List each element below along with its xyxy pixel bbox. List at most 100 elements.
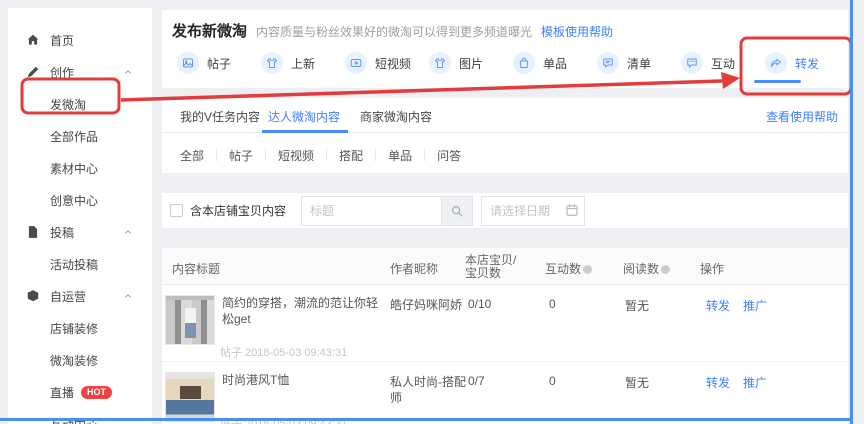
sidebar: 首页 创作 发微淘 全部作品 素材中心 创意中心 投稿 活动投稿 自运营 bbox=[8, 8, 152, 424]
document-icon bbox=[26, 225, 40, 239]
title-search-input[interactable] bbox=[301, 196, 441, 226]
search-button[interactable] bbox=[441, 196, 473, 226]
sidebar-item-label: 全部作品 bbox=[50, 128, 98, 145]
content-thumbnail bbox=[165, 295, 215, 345]
sidebar-item-shop-decoration[interactable]: 店铺装修 bbox=[8, 312, 152, 344]
col-header-interactions: 互动数 bbox=[545, 260, 592, 277]
filter-single-item[interactable]: 单品 bbox=[376, 147, 424, 164]
sidebar-item-submission[interactable]: 投稿 bbox=[8, 216, 152, 248]
content-title: 时尚港风T恤 bbox=[222, 372, 388, 388]
template-help-link[interactable]: 模板使用帮助 bbox=[541, 23, 613, 40]
sidebar-item-self-operation[interactable]: 自运营 bbox=[8, 280, 152, 312]
content-tab-interaction[interactable]: 互动 bbox=[681, 52, 735, 74]
checklist-icon bbox=[597, 52, 619, 74]
filter-post[interactable]: 帖子 bbox=[217, 147, 265, 164]
pen-icon bbox=[26, 65, 40, 79]
content-table-card: 内容标题 作者昵称 本店宝贝/宝贝数 互动数 阅读数 操作 简约的穿搭，潮流的范… bbox=[162, 248, 848, 424]
filter-bar: 全部 帖子 短视频 搭配 单品 问答 bbox=[180, 143, 473, 167]
chevron-up-icon bbox=[123, 227, 133, 237]
forward-action-link[interactable]: 转发 bbox=[706, 374, 730, 391]
filter-short-video[interactable]: 短视频 bbox=[266, 147, 326, 164]
page-title: 发布新微淘 bbox=[172, 20, 247, 41]
row-actions: 转发 推广 bbox=[706, 374, 767, 391]
subtab-merchant-weitao[interactable]: 商家微淘内容 bbox=[360, 108, 432, 125]
promote-action-link[interactable]: 推广 bbox=[743, 297, 767, 314]
new-arrival-icon bbox=[261, 52, 283, 74]
sidebar-item-label: 创作 bbox=[50, 64, 74, 81]
sidebar-item-label: 自运营 bbox=[50, 288, 86, 305]
content-tab-post[interactable]: 帖子 bbox=[177, 52, 231, 74]
interaction-count: 0 bbox=[549, 374, 556, 388]
filter-outfit[interactable]: 搭配 bbox=[327, 147, 375, 164]
content-tab-forward[interactable]: 转发 bbox=[765, 52, 819, 74]
promote-action-link[interactable]: 推广 bbox=[743, 374, 767, 391]
sidebar-item-live[interactable]: 直播 HOT bbox=[8, 376, 152, 408]
title-search-group bbox=[301, 196, 473, 226]
search-row: 含本店铺宝贝内容 bbox=[162, 193, 848, 228]
col-header-actions: 操作 bbox=[700, 260, 724, 277]
sidebar-item-label: 直播 bbox=[50, 384, 74, 401]
frame-border-right bbox=[850, 0, 853, 424]
shop-items-checkbox-label: 含本店铺宝贝内容 bbox=[190, 202, 286, 219]
sidebar-item-creative-center[interactable]: 创意中心 bbox=[8, 184, 152, 216]
content-tab-label: 互动 bbox=[711, 55, 735, 72]
chevron-up-icon bbox=[123, 291, 133, 301]
forward-icon bbox=[765, 52, 787, 74]
read-count: 暂无 bbox=[625, 374, 649, 391]
subtab-my-v-tasks[interactable]: 我的V任务内容 bbox=[180, 108, 260, 125]
info-icon[interactable] bbox=[583, 265, 592, 274]
content-tab-label: 转发 bbox=[795, 55, 819, 72]
sidebar-item-publish-weitao[interactable]: 发微淘 bbox=[8, 88, 152, 120]
weitao-publish-page: 首页 创作 发微淘 全部作品 素材中心 创意中心 投稿 活动投稿 自运营 bbox=[0, 0, 864, 424]
author-name: 皓仔妈咪阿娇 bbox=[390, 297, 466, 313]
home-icon bbox=[26, 33, 40, 47]
sidebar-item-label: 首页 bbox=[50, 32, 74, 49]
sidebar-item-material-center[interactable]: 素材中心 bbox=[8, 152, 152, 184]
search-icon bbox=[450, 204, 464, 218]
search-card: 含本店铺宝贝内容 bbox=[162, 193, 848, 228]
content-tab-checklist[interactable]: 清单 bbox=[597, 52, 651, 74]
shop-items-count: 0/7 bbox=[468, 374, 485, 388]
cube-icon bbox=[26, 289, 40, 303]
post-icon bbox=[177, 52, 199, 74]
single-item-icon bbox=[513, 52, 535, 74]
content-tab-picture[interactable]: 图片 bbox=[429, 52, 483, 74]
sidebar-item-activity-submission[interactable]: 活动投稿 bbox=[8, 248, 152, 280]
sidebar-item-label: 投稿 bbox=[50, 224, 74, 241]
sidebar-item-weitao-decoration[interactable]: 微淘装修 bbox=[8, 344, 152, 376]
active-subtab-underline bbox=[262, 130, 348, 133]
chevron-up-icon bbox=[123, 67, 133, 77]
usage-help-link[interactable]: 查看使用帮助 bbox=[766, 108, 838, 125]
author-name: 私人时尚-搭配师 bbox=[390, 374, 466, 406]
info-icon[interactable] bbox=[661, 265, 670, 274]
content-tab-new-arrival[interactable]: 上新 bbox=[261, 52, 315, 74]
forward-action-link[interactable]: 转发 bbox=[706, 297, 730, 314]
date-picker-group bbox=[481, 196, 585, 226]
subtab-daren-weitao[interactable]: 达人微淘内容 bbox=[268, 108, 340, 125]
filter-qa[interactable]: 问答 bbox=[425, 147, 473, 164]
sidebar-item-label: 微淘装修 bbox=[50, 352, 98, 369]
content-tab-label: 单品 bbox=[543, 55, 567, 72]
active-content-tab-underline bbox=[754, 80, 801, 83]
content-thumbnail bbox=[165, 372, 215, 422]
sidebar-item-all-works[interactable]: 全部作品 bbox=[8, 120, 152, 152]
col-header-author: 作者昵称 bbox=[390, 260, 438, 277]
sidebar-item-create[interactable]: 创作 bbox=[8, 56, 152, 88]
interaction-count: 0 bbox=[549, 297, 556, 311]
read-count: 暂无 bbox=[625, 297, 649, 314]
col-header-shop-items: 本店宝贝/宝贝数 bbox=[465, 254, 527, 280]
content-tab-single-item[interactable]: 单品 bbox=[513, 52, 567, 74]
hot-badge: HOT bbox=[81, 386, 112, 399]
sidebar-item-interaction-center[interactable]: 互动中心 bbox=[8, 408, 152, 424]
filter-all[interactable]: 全部 bbox=[180, 147, 216, 164]
shop-items-checkbox[interactable] bbox=[170, 204, 183, 217]
content-tab-label: 帖子 bbox=[207, 55, 231, 72]
sidebar-item-label: 创意中心 bbox=[50, 192, 98, 209]
table-row: 简约的穿搭，潮流的范让你轻松get 帖子 2018-05-03 09:43:31… bbox=[162, 285, 848, 362]
sidebar-item-home[interactable]: 首页 bbox=[8, 24, 152, 56]
table-row: 时尚港风T恤 帖子 2018-05-03 09:43:31 私人时尚-搭配师 0… bbox=[162, 362, 848, 424]
publish-header-card: 发布新微淘 内容质量与粉丝效果好的微淘可以得到更多频道曝光 模板使用帮助 帖子 … bbox=[162, 10, 848, 88]
short-video-icon bbox=[345, 52, 367, 74]
col-header-title: 内容标题 bbox=[172, 260, 220, 277]
content-tab-short-video[interactable]: 短视频 bbox=[345, 52, 411, 74]
